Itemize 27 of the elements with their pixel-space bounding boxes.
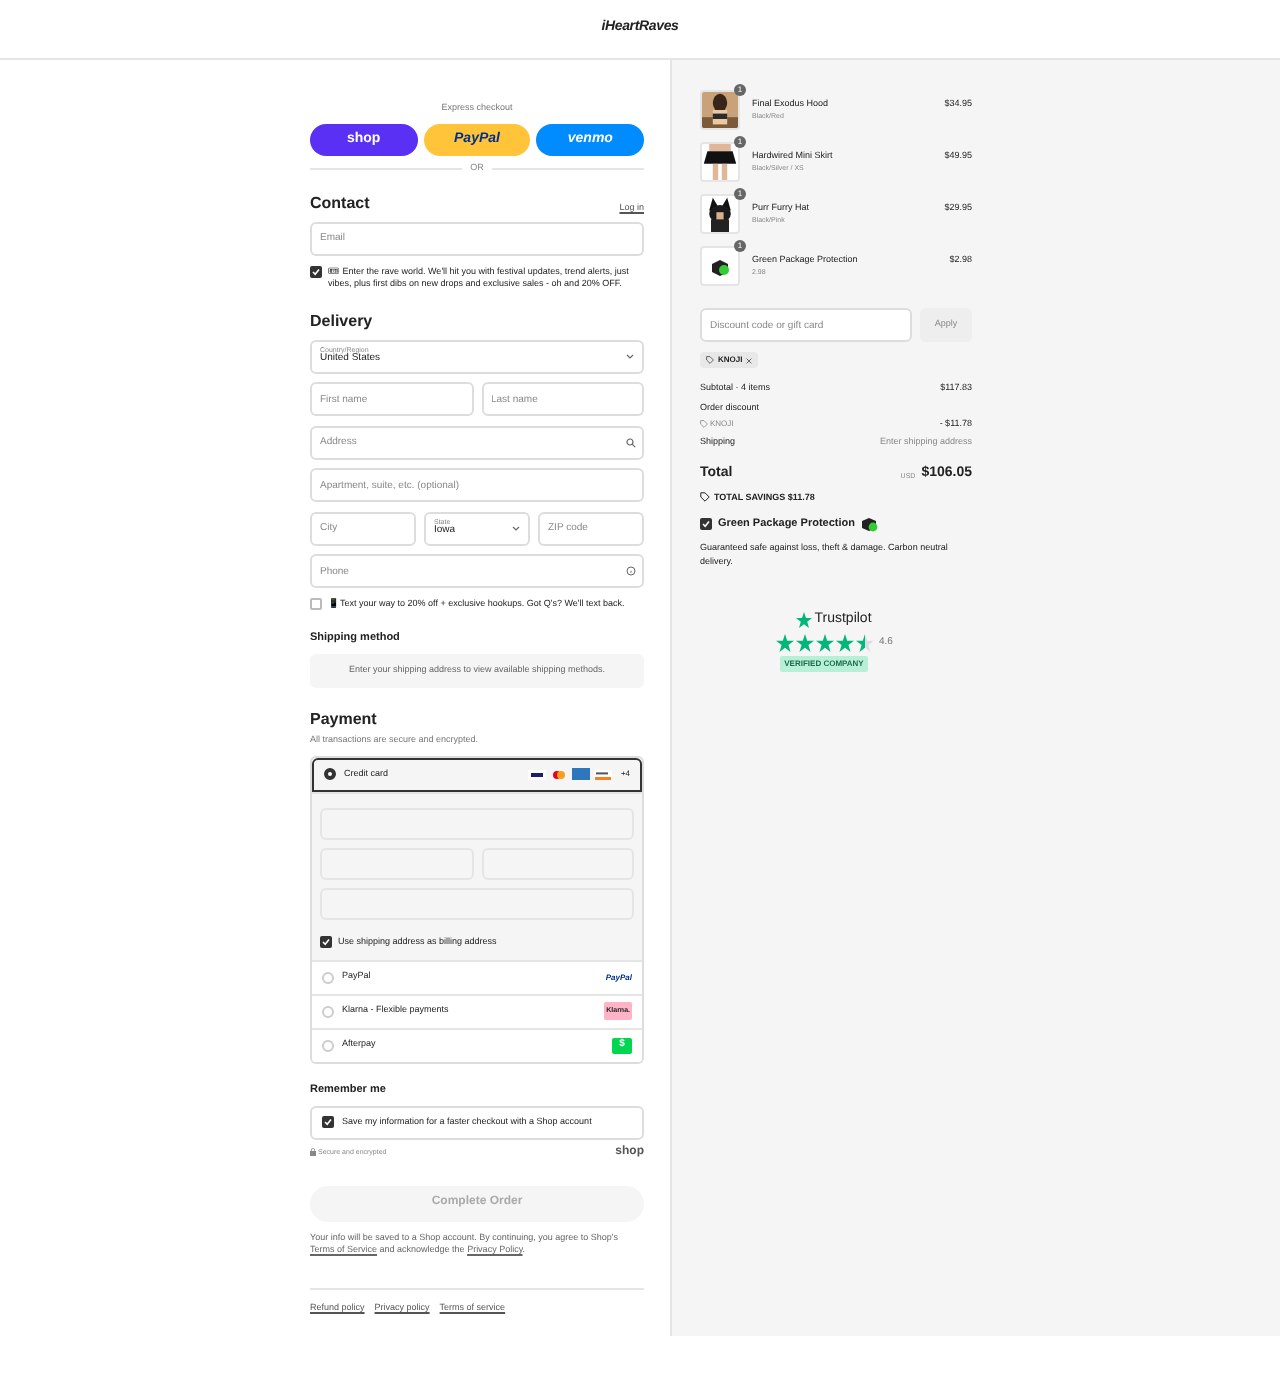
chevron-icon xyxy=(626,353,634,359)
lock-icon xyxy=(310,1148,316,1157)
chevron-icon xyxy=(512,525,520,531)
radio-button[interactable] xyxy=(324,768,336,781)
star-icon xyxy=(796,611,813,628)
check-icon xyxy=(312,267,320,275)
star xyxy=(815,634,834,652)
check-icon xyxy=(324,1118,332,1127)
package-icon xyxy=(860,516,879,533)
section-heading: Delivery xyxy=(310,309,375,333)
tag-icon xyxy=(700,419,708,428)
star xyxy=(835,634,854,652)
tag-icon xyxy=(700,492,710,503)
card-logo-icon xyxy=(594,769,613,780)
search-icon xyxy=(626,437,636,447)
section-heading: Contact xyxy=(310,191,370,215)
package-icon xyxy=(710,257,730,275)
star xyxy=(795,634,814,652)
star xyxy=(855,634,874,652)
check-icon xyxy=(322,938,330,947)
tag-icon xyxy=(706,356,714,364)
close-icon xyxy=(746,357,753,363)
section-heading: Payment xyxy=(310,708,379,732)
star xyxy=(775,634,794,652)
help-icon xyxy=(626,566,636,576)
checkbox[interactable] xyxy=(310,598,322,611)
check-icon xyxy=(702,520,710,529)
